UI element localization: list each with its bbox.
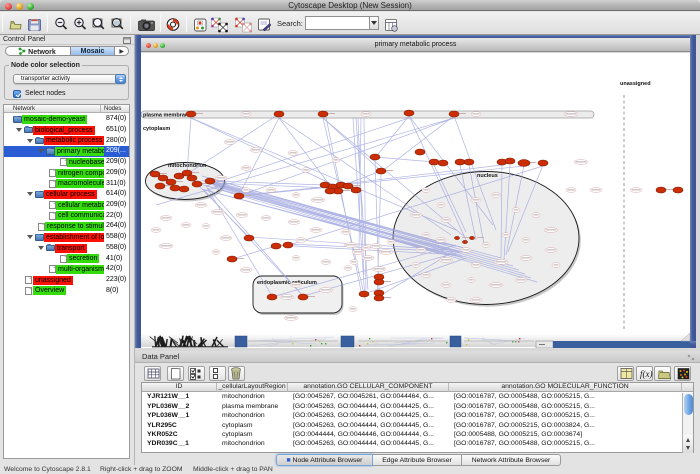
svg-text:unassigned: unassigned [620, 81, 651, 87]
svg-text:nucleus: nucleus [477, 173, 498, 179]
svg-text:endoplasmic reticulum: endoplasmic reticulum [257, 280, 317, 286]
svg-text:plasma membrane: plasma membrane [143, 113, 191, 119]
svg-text:f(x): f(x) [640, 369, 653, 379]
svg-text:cytoplasm: cytoplasm [143, 126, 170, 132]
